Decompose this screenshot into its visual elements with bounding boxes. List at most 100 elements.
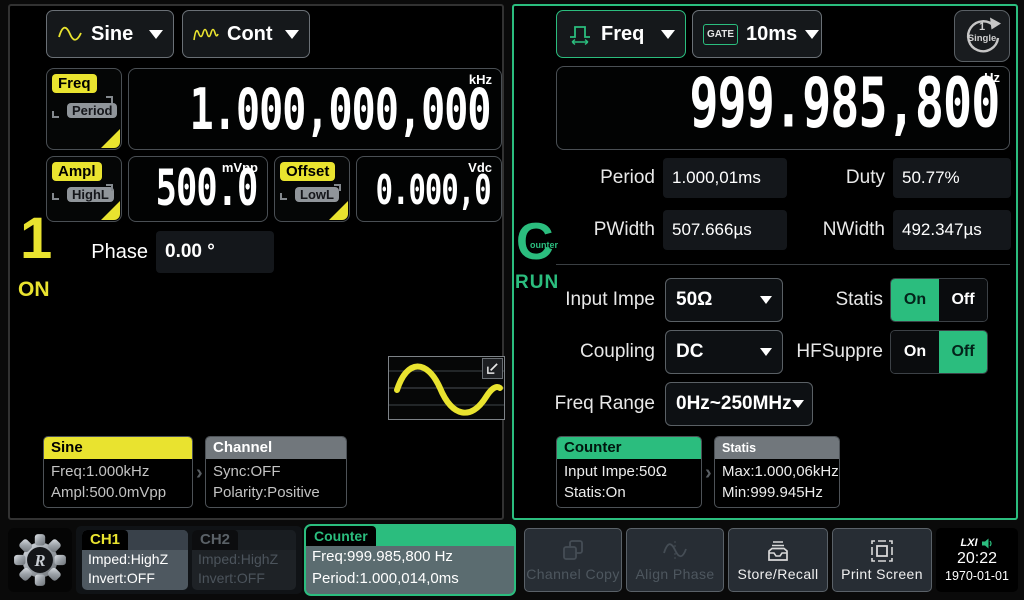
hfsuppre-label: HFSuppre xyxy=(791,330,883,374)
waveform-select-label: Sine xyxy=(91,23,133,46)
ch2-status-button[interactable]: CH2 Imped:HighZ Invert:OFF xyxy=(192,530,296,590)
counter-value: 999.985,800 xyxy=(689,65,999,144)
statis-off-option[interactable]: Off xyxy=(939,279,987,321)
freq-range-dropdown[interactable]: 0Hz~250MHz xyxy=(665,382,813,426)
lxi-logo: LXI xyxy=(960,537,977,549)
summary-line: Max:1.000,06kHz xyxy=(715,463,839,480)
align-phase-label: Align Phase xyxy=(635,566,714,582)
summary-line: Sync:OFF xyxy=(206,463,346,480)
pwidth-value-text: 507.666µs xyxy=(672,220,752,240)
chevron-down-icon xyxy=(760,348,772,356)
summary-line: Statis:On xyxy=(557,484,701,501)
chevron-down-icon xyxy=(661,30,675,39)
corner-flag-icon xyxy=(329,201,348,220)
edit-pencil-icon xyxy=(486,362,499,375)
ampl-value-display[interactable]: mVpp 500.0 xyxy=(128,156,268,222)
chevron-down-icon xyxy=(285,30,299,39)
channel-copy-button[interactable]: Channel Copy xyxy=(524,528,622,592)
freq-value-display[interactable]: kHz 1.000,000,000 xyxy=(128,68,502,150)
corner-bracket-icon xyxy=(106,184,113,191)
ch2-line: Invert:OFF xyxy=(192,569,296,588)
nwidth-value: 492.347µs xyxy=(893,210,1011,250)
print-screen-label: Print Screen xyxy=(841,566,923,582)
pulse-freq-icon xyxy=(567,22,593,46)
sine-summary-tab[interactable]: Sine Freq:1.000kHz Ampl:500.0mVpp xyxy=(43,436,193,508)
sine-wave-icon xyxy=(57,24,83,44)
ampl-value: 500.0 xyxy=(155,159,257,217)
statis-summary-tab[interactable]: Statis Max:1.000,06kHz Min:999.945Hz xyxy=(714,436,840,508)
edit-waveform-button[interactable] xyxy=(482,358,503,379)
store-recall-button[interactable]: Store/Recall xyxy=(728,528,828,592)
duty-label: Duty xyxy=(785,158,885,202)
input-impedance-value: 50Ω xyxy=(676,289,712,311)
corner-flag-icon xyxy=(101,201,120,220)
print-screen-button[interactable]: Print Screen xyxy=(832,528,932,592)
counter-summary-title: Counter xyxy=(557,437,701,459)
duty-value: 50.77% xyxy=(893,158,1011,198)
corner-bracket-icon xyxy=(106,96,113,103)
lowl-param-label: LowL xyxy=(295,187,339,202)
chevron-right-icon: › xyxy=(196,462,203,485)
counter-status-button[interactable]: Counter Freq:999.985,800 Hz Period:1.000… xyxy=(304,524,516,596)
summary-line: Polarity:Positive xyxy=(206,484,346,501)
period-value: 1.000,01ms xyxy=(663,158,787,198)
divider xyxy=(556,264,1010,265)
freq-value: 1.000,000,000 xyxy=(190,77,491,143)
phase-value-field[interactable]: 0.00 ° xyxy=(156,231,274,273)
sine-summary-title: Sine xyxy=(44,437,192,459)
freq-period-param-button[interactable]: Freq Period xyxy=(46,68,122,150)
hfsuppre-on-option[interactable]: On xyxy=(891,331,939,373)
input-impedance-dropdown[interactable]: 50Ω xyxy=(665,278,783,322)
statis-toggle[interactable]: On Off xyxy=(890,278,988,322)
phase-wave-icon xyxy=(660,539,690,563)
channel-status-group: CH1 Imped:HighZ Invert:OFF CH2 Imped:Hig… xyxy=(76,526,302,594)
freq-range-label: Freq Range xyxy=(552,382,655,426)
channel-copy-label: Channel Copy xyxy=(526,566,620,582)
channel-summary-title: Channel xyxy=(206,437,346,459)
channel-on-state: ON xyxy=(18,278,50,302)
summary-line: Input Impe:50Ω xyxy=(557,463,701,480)
generator-channel-panel: 1 ON Sine Cont Freq Period kHz 1.000,000… xyxy=(8,4,504,520)
nwidth-value-text: 492.347µs xyxy=(902,220,982,240)
counter-main-display: Hz 999.985,800 xyxy=(556,66,1010,150)
screenshot-icon xyxy=(869,539,895,563)
offset-lowl-param-button[interactable]: Offset LowL xyxy=(274,156,350,222)
counter-status-line: Period:1.000,014,0ms xyxy=(306,568,514,590)
phase-value: 0.00 ° xyxy=(165,241,215,263)
ampl-highl-param-button[interactable]: Ampl HighL xyxy=(46,156,122,222)
system-menu-button[interactable]: R xyxy=(8,528,72,592)
corner-bracket-icon xyxy=(52,111,59,118)
statis-on-option[interactable]: On xyxy=(891,279,939,321)
ch1-status-button[interactable]: CH1 Imped:HighZ Invert:OFF xyxy=(82,530,188,590)
ch2-title: CH2 xyxy=(192,530,238,550)
hfsuppre-off-option[interactable]: Off xyxy=(939,331,987,373)
waveform-preview[interactable] xyxy=(388,356,505,420)
corner-flag-icon xyxy=(101,129,120,148)
single-trigger-button[interactable]: 1 Single xyxy=(954,10,1010,62)
measure-select-dropdown[interactable]: Freq xyxy=(556,10,686,58)
time-display: 20:22 xyxy=(957,550,997,568)
copy-icon xyxy=(560,539,586,563)
coupling-value: DC xyxy=(676,341,703,363)
chevron-down-icon xyxy=(805,30,819,39)
svg-text:R: R xyxy=(33,551,45,570)
gear-logo-icon: R xyxy=(12,532,68,588)
counter-summary-tab[interactable]: Counter Input Impe:50Ω Statis:On xyxy=(556,436,702,508)
ch1-title: CH1 xyxy=(82,530,128,550)
freq-param-label: Freq xyxy=(52,74,97,93)
summary-line: Ampl:500.0mVpp xyxy=(44,484,192,501)
align-phase-button[interactable]: Align Phase xyxy=(626,528,724,592)
hfsuppre-toggle[interactable]: On Off xyxy=(890,330,988,374)
mode-select-dropdown[interactable]: Cont xyxy=(182,10,310,58)
coupling-dropdown[interactable]: DC xyxy=(665,330,783,374)
channel-summary-tab[interactable]: Channel Sync:OFF Polarity:Positive xyxy=(205,436,347,508)
gate-tag: GATE xyxy=(703,24,738,45)
corner-bracket-icon xyxy=(52,193,59,200)
statis-label: Statis xyxy=(791,278,883,322)
waveform-select-dropdown[interactable]: Sine xyxy=(46,10,174,58)
gate-time-dropdown[interactable]: GATE 10ms xyxy=(692,10,822,58)
pwidth-value: 507.666µs xyxy=(663,210,787,250)
system-clock[interactable]: LXI 20:22 1970-01-01 xyxy=(936,528,1018,592)
ch2-line: Imped:HighZ xyxy=(192,550,296,569)
offset-value-display[interactable]: Vdc 0.000,0 xyxy=(356,156,502,222)
